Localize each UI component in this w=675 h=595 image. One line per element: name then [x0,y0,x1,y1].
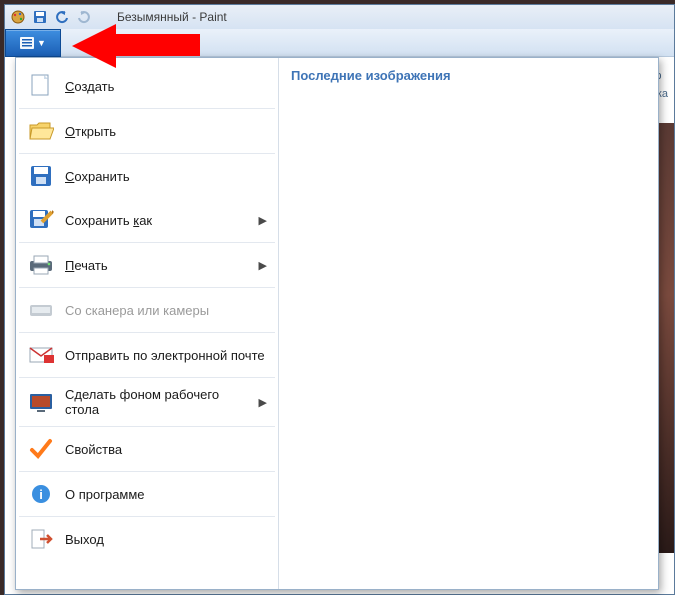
menu-item-label: О программе [65,487,267,502]
menu-item-label: Печать [65,258,249,273]
menu-item-label: Сохранить [65,169,267,184]
paint-window: Безымянный - Paint ▼ тур ивка Создать [4,4,675,595]
print-icon [27,252,55,278]
menu-item-email[interactable]: Отправить по электронной почте [19,333,275,378]
annotation-arrow [72,16,204,60]
chevron-right-icon: ▶ [259,214,267,227]
menu-item-label: Создать [65,79,267,94]
new-file-icon [27,73,55,99]
menu-item-open[interactable]: Открыть [19,109,275,154]
save-as-icon [27,207,55,233]
exit-icon [27,526,55,552]
menu-item-label: Свойства [65,442,267,457]
chevron-down-icon: ▼ [37,38,46,48]
file-menu-icon [20,37,34,49]
recent-images-heading: Последние изображения [289,66,648,89]
file-menu-dropdown: Создать Открыть Сохранить Сохранить как [15,57,659,590]
qat-save-icon[interactable] [31,8,49,26]
menu-item-wallpaper[interactable]: Сделать фоном рабочего стола ▶ [19,378,275,427]
scanner-icon [27,297,55,323]
menu-item-print[interactable]: Печать ▶ [19,243,275,288]
chevron-right-icon: ▶ [259,396,267,409]
menu-item-exit[interactable]: Выход [19,517,275,561]
chevron-right-icon: ▶ [259,259,267,272]
menu-item-label: Сделать фоном рабочего стола [65,387,249,417]
paint-app-icon [9,8,27,26]
menu-item-label: Сохранить как [65,213,249,228]
menu-item-about[interactable]: i О программе [19,472,275,517]
wallpaper-icon [27,389,55,415]
menu-item-label: Со сканера или камеры [65,303,267,318]
recent-images-panel: Последние изображения [278,58,658,589]
menu-item-saveas[interactable]: Сохранить как ▶ [19,198,275,243]
qat-undo-icon[interactable] [53,8,71,26]
menu-item-scanner: Со сканера или камеры [19,288,275,333]
menu-item-label: Отправить по электронной почте [65,348,267,363]
menu-item-create[interactable]: Создать [19,64,275,109]
file-menu-button[interactable]: ▼ [5,29,61,57]
save-icon [27,163,55,189]
checkmark-icon [27,436,55,462]
info-icon: i [27,481,55,507]
folder-open-icon [27,118,55,144]
svg-text:i: i [39,487,43,502]
menu-item-label: Выход [65,532,267,547]
email-icon [27,342,55,368]
menu-item-properties[interactable]: Свойства [19,427,275,472]
menu-item-save[interactable]: Сохранить [19,154,275,198]
file-menu-items: Создать Открыть Сохранить Сохранить как [16,58,278,589]
menu-item-label: Открыть [65,124,267,139]
